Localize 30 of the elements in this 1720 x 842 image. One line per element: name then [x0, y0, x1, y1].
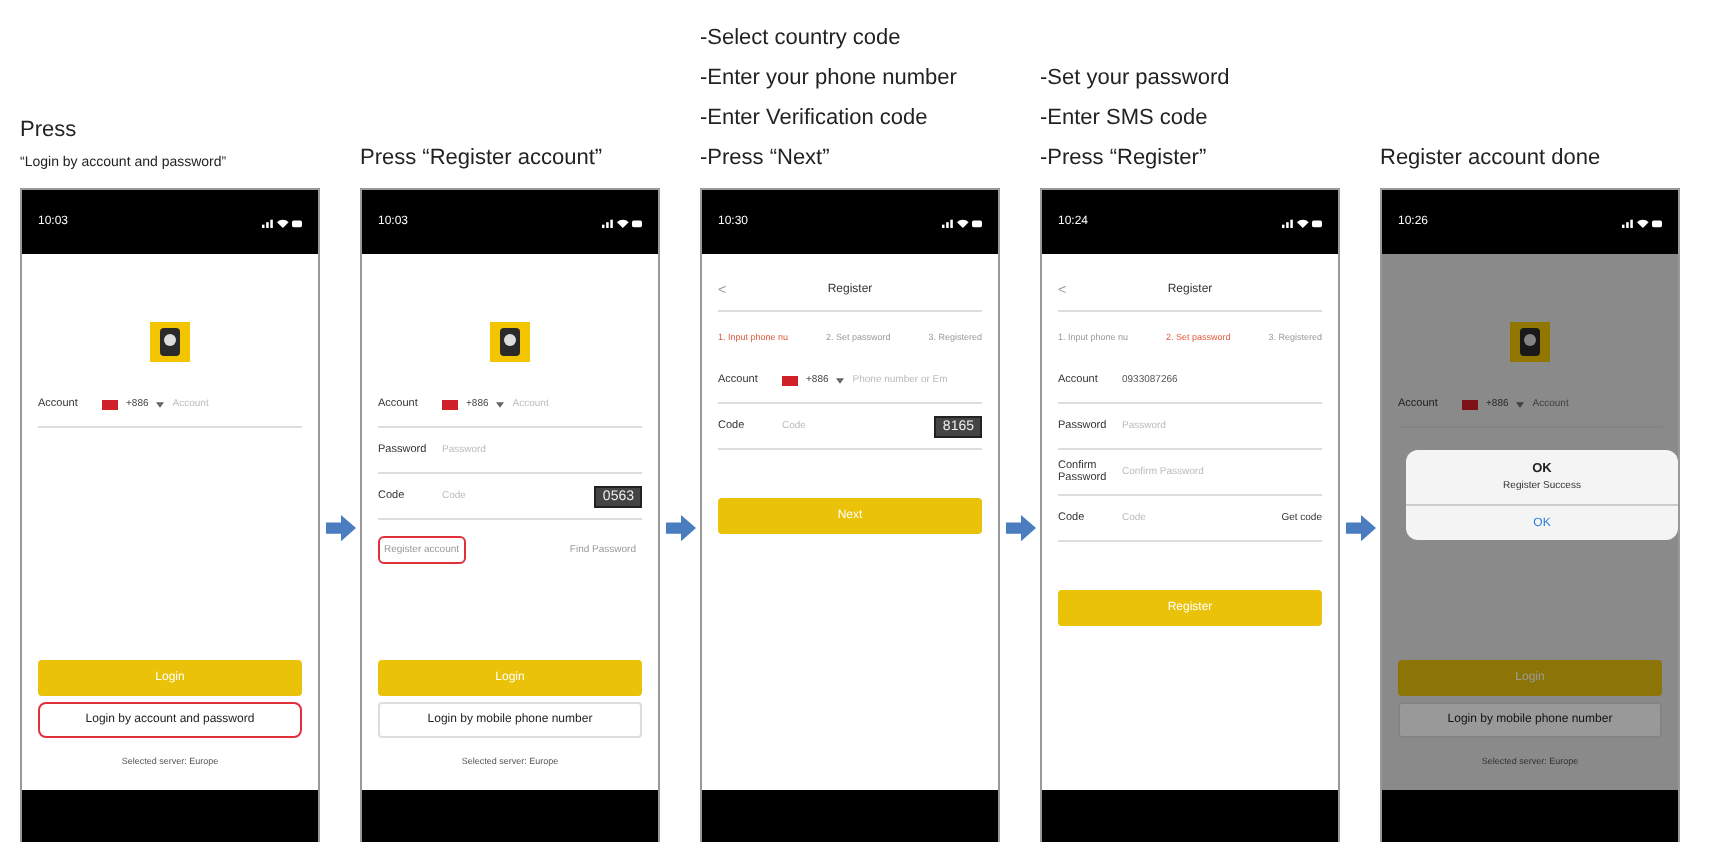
flag-icon	[1462, 399, 1478, 409]
arrow-icon	[325, 514, 355, 542]
app-logo-icon	[1510, 322, 1550, 362]
caret-icon	[1516, 401, 1525, 407]
status-icons-drawing	[942, 217, 982, 227]
instruction-text: -Press “Next”	[700, 144, 830, 174]
app-logo-icon	[490, 322, 530, 362]
instruction-text: -Set your password	[1040, 64, 1230, 94]
caret-icon	[156, 401, 165, 407]
caret-icon	[496, 401, 505, 407]
instruction-text: -Enter Verification code	[700, 104, 928, 134]
instruction-text: Press	[20, 116, 77, 146]
arrow-icon	[665, 514, 695, 542]
caret-icon	[836, 377, 845, 383]
app-logo-icon	[150, 322, 190, 362]
arrow-icon	[1345, 514, 1375, 542]
flag-icon	[102, 399, 118, 409]
flag-icon	[782, 375, 798, 385]
instruction-text: -Press “Register”	[1040, 144, 1207, 174]
instruction-text: -Enter SMS code	[1040, 104, 1208, 134]
instruction-text: Register account done	[1380, 144, 1601, 174]
status-icons-drawing	[262, 217, 302, 227]
status-icons-drawing	[602, 217, 642, 227]
flag-icon	[442, 399, 458, 409]
instruction-text: -Enter your phone number	[700, 64, 957, 94]
instruction-text: Press “Register account”	[360, 144, 603, 174]
instruction-text: -Select country code	[700, 24, 901, 54]
status-icons-drawing	[1622, 217, 1662, 227]
status-icons-drawing	[1282, 217, 1322, 227]
arrow-icon	[1005, 514, 1035, 542]
